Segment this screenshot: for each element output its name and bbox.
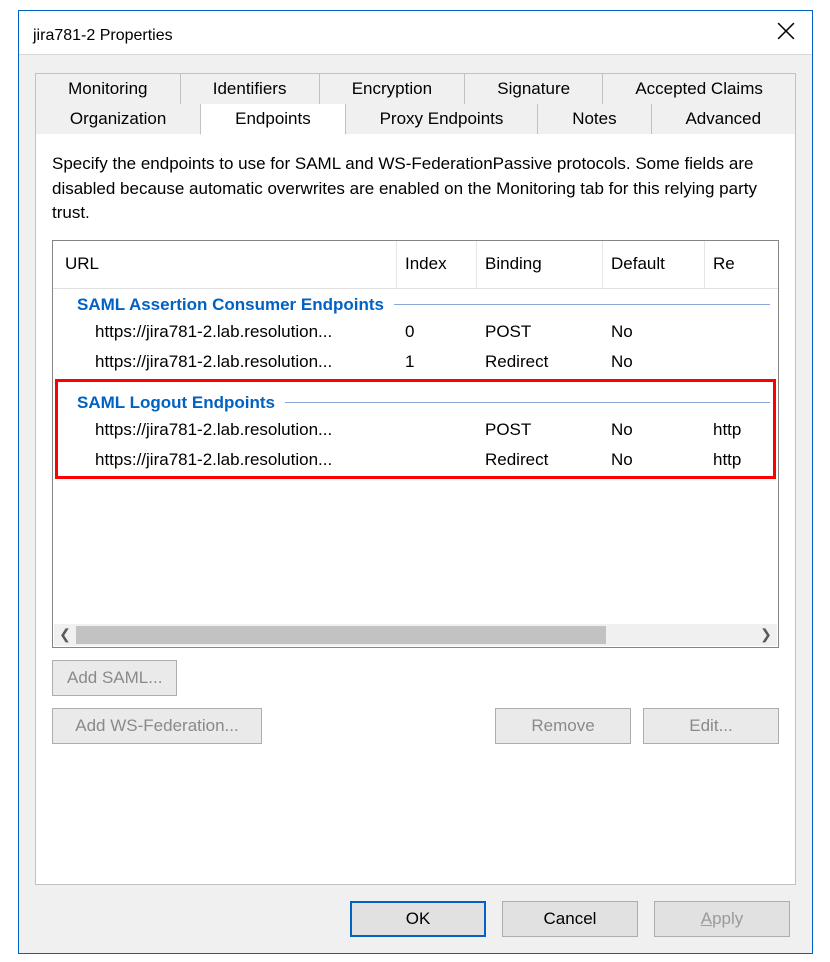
apply-rest: pply bbox=[712, 909, 743, 929]
cell-url: https://jira781-2.lab.resolution... bbox=[53, 450, 397, 470]
table-row[interactable]: https://jira781-2.lab.resolution... POST… bbox=[53, 415, 778, 445]
apply-accelerator: A bbox=[701, 909, 712, 929]
cell-default: No bbox=[603, 420, 705, 440]
add-wsfed-row: Add WS-Federation... Remove Edit... bbox=[52, 708, 779, 744]
cell-default: No bbox=[603, 450, 705, 470]
add-wsfederation-button[interactable]: Add WS-Federation... bbox=[52, 708, 262, 744]
group-divider bbox=[394, 304, 770, 305]
titlebar: jira781-2 Properties bbox=[19, 11, 812, 55]
tab-accepted-claims[interactable]: Accepted Claims bbox=[602, 73, 796, 104]
cell-binding: POST bbox=[477, 420, 603, 440]
table-body: SAML Assertion Consumer Endpoints https:… bbox=[53, 289, 778, 475]
apply-button[interactable]: Apply bbox=[654, 901, 790, 937]
cell-index: 1 bbox=[397, 352, 477, 372]
cell-url: https://jira781-2.lab.resolution... bbox=[53, 352, 397, 372]
endpoints-table[interactable]: URL Index Binding Default Re SAML Assert… bbox=[52, 240, 779, 648]
dialog-button-row: OK Cancel Apply bbox=[35, 885, 796, 937]
col-default[interactable]: Default bbox=[603, 241, 705, 288]
ok-button[interactable]: OK bbox=[350, 901, 486, 937]
cell-default: No bbox=[603, 352, 705, 372]
panel-description: Specify the endpoints to use for SAML an… bbox=[52, 152, 779, 226]
edit-button[interactable]: Edit... bbox=[643, 708, 779, 744]
tab-monitoring[interactable]: Monitoring bbox=[35, 73, 181, 104]
cell-url: https://jira781-2.lab.resolution... bbox=[53, 420, 397, 440]
add-saml-button[interactable]: Add SAML... bbox=[52, 660, 177, 696]
cell-binding: Redirect bbox=[477, 450, 603, 470]
scroll-track[interactable] bbox=[76, 626, 755, 644]
group-divider bbox=[285, 402, 770, 403]
tab-signature[interactable]: Signature bbox=[464, 73, 603, 104]
properties-dialog: jira781-2 Properties Monitoring Identifi… bbox=[18, 10, 813, 954]
tab-encryption[interactable]: Encryption bbox=[319, 73, 466, 104]
tab-endpoints[interactable]: Endpoints bbox=[200, 104, 345, 135]
table-header: URL Index Binding Default Re bbox=[53, 241, 778, 289]
dialog-client: Monitoring Identifiers Encryption Signat… bbox=[19, 55, 812, 953]
table-row[interactable]: https://jira781-2.lab.resolution... 1 Re… bbox=[53, 347, 778, 377]
cell-binding: Redirect bbox=[477, 352, 603, 372]
col-url[interactable]: URL bbox=[53, 241, 397, 288]
tab-identifiers[interactable]: Identifiers bbox=[180, 73, 320, 104]
cell-response: http bbox=[705, 450, 778, 470]
cell-default: No bbox=[603, 322, 705, 342]
col-index[interactable]: Index bbox=[397, 241, 477, 288]
scroll-right-icon[interactable]: ❯ bbox=[755, 624, 777, 646]
group-header-logout[interactable]: SAML Logout Endpoints bbox=[53, 387, 778, 415]
tab-notes[interactable]: Notes bbox=[537, 104, 651, 134]
endpoints-panel: Specify the endpoints to use for SAML an… bbox=[35, 133, 796, 885]
cell-binding: POST bbox=[477, 322, 603, 342]
horizontal-scrollbar[interactable]: ❮ ❯ bbox=[54, 624, 777, 646]
cell-response: http bbox=[705, 420, 778, 440]
cancel-button[interactable]: Cancel bbox=[502, 901, 638, 937]
tab-organization[interactable]: Organization bbox=[35, 104, 201, 134]
close-icon bbox=[777, 22, 795, 44]
window-title: jira781-2 Properties bbox=[33, 22, 173, 44]
group-label: SAML Logout Endpoints bbox=[77, 393, 275, 413]
table-row[interactable]: https://jira781-2.lab.resolution... 0 PO… bbox=[53, 317, 778, 347]
remove-button[interactable]: Remove bbox=[495, 708, 631, 744]
close-button[interactable] bbox=[768, 15, 804, 51]
col-response[interactable]: Re bbox=[705, 241, 778, 288]
col-binding[interactable]: Binding bbox=[477, 241, 603, 288]
scroll-left-icon[interactable]: ❮ bbox=[54, 624, 76, 646]
tab-advanced[interactable]: Advanced bbox=[651, 104, 796, 134]
tab-strip: Monitoring Identifiers Encryption Signat… bbox=[35, 73, 796, 134]
group-header-consumer[interactable]: SAML Assertion Consumer Endpoints bbox=[53, 289, 778, 317]
cell-url: https://jira781-2.lab.resolution... bbox=[53, 322, 397, 342]
table-row[interactable]: https://jira781-2.lab.resolution... Redi… bbox=[53, 445, 778, 475]
tab-proxy-endpoints[interactable]: Proxy Endpoints bbox=[345, 104, 539, 134]
cell-index: 0 bbox=[397, 322, 477, 342]
group-label: SAML Assertion Consumer Endpoints bbox=[77, 295, 384, 315]
add-saml-row: Add SAML... bbox=[52, 660, 779, 696]
scroll-thumb[interactable] bbox=[76, 626, 606, 644]
